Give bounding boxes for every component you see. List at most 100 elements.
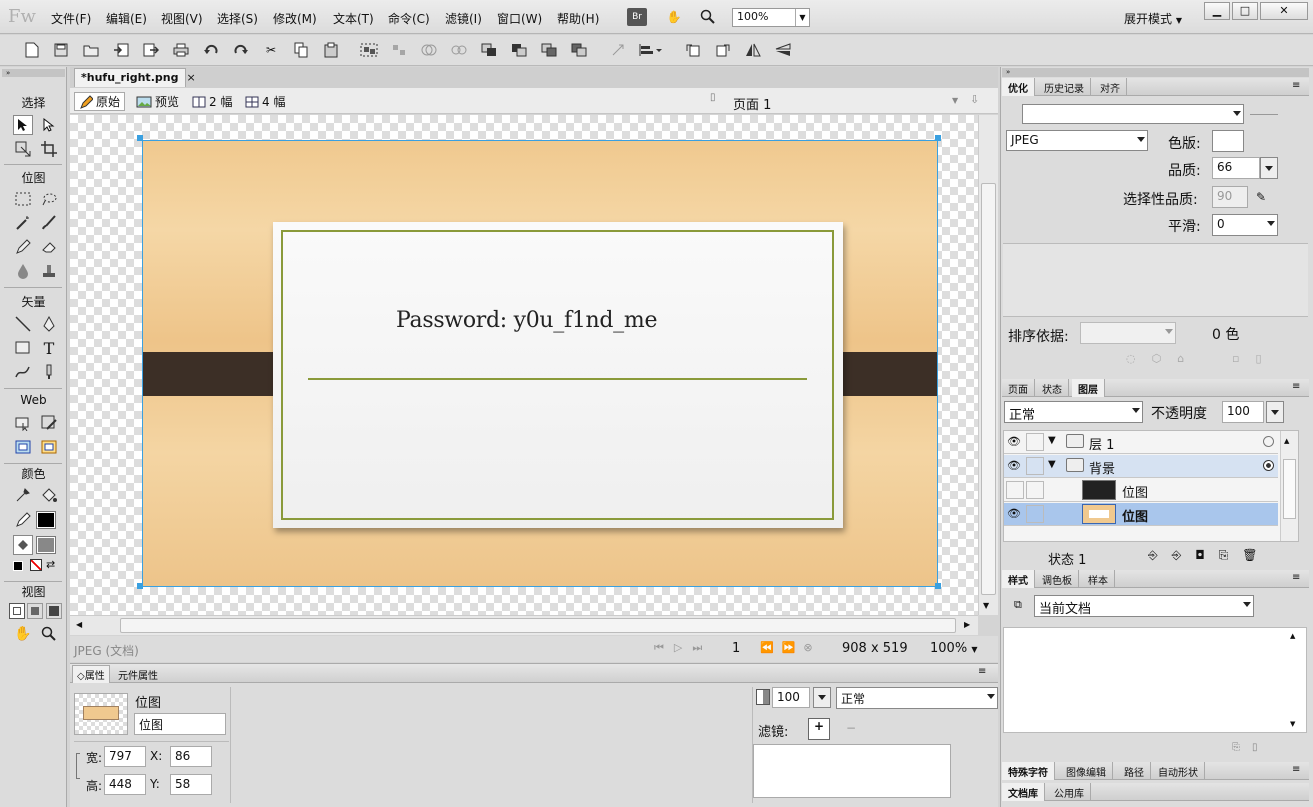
selective-quality-input[interactable]: 90 — [1212, 186, 1248, 208]
tab-layers[interactable]: 图层 — [1072, 379, 1105, 397]
document-tab[interactable]: *hufu_right.png × — [74, 68, 196, 87]
eye-icon[interactable]: 👁 — [1007, 459, 1021, 472]
paint-bucket-tool-icon[interactable] — [39, 485, 59, 505]
lock-toggle[interactable] — [1026, 481, 1044, 499]
lasso-tool-icon[interactable] — [39, 189, 59, 209]
layer-opacity-dropdown[interactable] — [1266, 401, 1284, 423]
view-original-button[interactable]: 原始 — [74, 92, 126, 111]
tab-document-library[interactable]: 文档库 — [1002, 783, 1045, 801]
opacity-dropdown[interactable] — [813, 687, 831, 708]
object-name-input[interactable]: 位图 — [134, 713, 226, 735]
styles-list[interactable] — [1003, 627, 1307, 733]
matte-swatch[interactable] — [1212, 130, 1244, 152]
layer-row[interactable]: 👁 ▼ 层 1 — [1004, 431, 1278, 454]
subselect-tool-icon[interactable] — [39, 115, 59, 135]
group-icon[interactable] — [359, 41, 379, 59]
tab-special-characters[interactable]: 特殊字符 — [1002, 762, 1055, 780]
crop-tool-icon[interactable] — [39, 139, 59, 159]
layer-actions[interactable]: ⎆⎆◘⎘🗑 — [1148, 548, 1272, 563]
align-dropdown-icon[interactable] — [636, 41, 664, 59]
scroll-left-icon[interactable]: ◀ — [76, 620, 82, 629]
zoom-tool-icon[interactable] — [39, 624, 59, 644]
layer-blend-select[interactable]: 正常 — [1004, 401, 1143, 423]
quality-dropdown[interactable] — [1260, 157, 1278, 179]
menu-window[interactable]: 窗口(W) — [497, 10, 542, 27]
fill-swatch[interactable] — [36, 536, 56, 554]
tab-styles[interactable]: 样式 — [1002, 570, 1035, 588]
layer-row[interactable]: 位图 — [1004, 479, 1278, 502]
quality-input[interactable]: 66 — [1212, 157, 1260, 179]
page-options-icon[interactable]: ⇩ — [970, 93, 979, 106]
tab-path[interactable]: 路径 — [1118, 762, 1151, 780]
scroll-up-icon[interactable]: ▲ — [1290, 632, 1295, 640]
panel-menu-icon[interactable]: ≡ — [1292, 572, 1300, 583]
color-table[interactable] — [1003, 243, 1308, 317]
chevron-down-icon[interactable]: ▼ — [952, 96, 958, 105]
layer-row-selected[interactable]: 👁 位图 — [1004, 503, 1278, 526]
paste-icon[interactable] — [321, 41, 341, 59]
menu-help[interactable]: 帮助(H) — [557, 10, 599, 27]
vertical-scrollbar[interactable]: ▼ — [978, 115, 998, 615]
hand-icon[interactable]: ✋ — [664, 8, 684, 26]
knife-tool-icon[interactable] — [39, 362, 59, 382]
split-icon[interactable] — [449, 41, 469, 59]
horizontal-scrollbar[interactable]: ◀ ▶ — [70, 615, 978, 635]
lock-toggle[interactable] — [1026, 505, 1044, 523]
collapse-arrow-icon[interactable]: ▼ — [1048, 435, 1056, 446]
pencil-tool-icon[interactable] — [13, 237, 33, 257]
show-slices-icon[interactable] — [39, 437, 59, 457]
rotate-right-icon[interactable] — [713, 41, 733, 59]
menu-file[interactable]: 文件(F) — [51, 10, 91, 27]
blur-tool-icon[interactable] — [13, 261, 33, 281]
tab-align[interactable]: 对齐 — [1094, 78, 1127, 96]
selection-handle[interactable] — [935, 583, 941, 589]
line-tool-icon[interactable] — [13, 314, 33, 334]
panel-menu-icon[interactable]: ≡ — [1292, 381, 1300, 392]
layer-opacity-input[interactable]: 100 — [1222, 401, 1264, 423]
height-input[interactable]: 448 — [104, 774, 146, 795]
filters-list[interactable] — [753, 744, 951, 798]
selection-handle[interactable] — [935, 135, 941, 141]
fill-color-icon[interactable] — [13, 535, 33, 555]
eye-icon[interactable]: 👁 — [1007, 507, 1021, 520]
hide-slices-icon[interactable] — [13, 437, 33, 457]
view-2up-button[interactable]: 2 幅 — [188, 92, 236, 111]
menu-filters[interactable]: 滤镜(I) — [445, 10, 482, 27]
hotspot-tool-icon[interactable] — [13, 413, 33, 433]
collapse-arrow-icon[interactable]: ▼ — [1048, 459, 1056, 470]
panel-menu-icon[interactable]: ≡ — [1292, 80, 1300, 91]
playback-controls[interactable]: ⏮▷⏭ — [654, 641, 712, 655]
tab-symbol-properties[interactable]: 元件属性 — [114, 666, 162, 683]
scroll-down-icon[interactable]: ▼ — [983, 601, 989, 610]
freeform-tool-icon[interactable] — [13, 362, 33, 382]
menu-edit[interactable]: 编辑(E) — [106, 10, 147, 27]
status-zoom[interactable]: 100% ▼ — [930, 641, 977, 656]
pointer-tool-icon[interactable] — [13, 115, 33, 135]
menu-modify[interactable]: 修改(M) — [273, 10, 317, 27]
maximize-button[interactable]: □ — [1232, 2, 1258, 20]
redo-icon[interactable] — [231, 41, 251, 59]
remove-filter-button[interactable]: − — [846, 721, 856, 735]
brush-tool-icon[interactable] — [39, 213, 59, 233]
preset-select[interactable] — [1022, 104, 1244, 124]
text-tool-icon[interactable]: T — [39, 338, 59, 358]
flip-horizontal-icon[interactable] — [743, 41, 763, 59]
cut-icon[interactable]: ✂ — [261, 41, 281, 59]
import-icon[interactable] — [111, 41, 131, 59]
color-table-actions[interactable]: ◌⬡⌂ — [1126, 352, 1200, 365]
scroll-down-icon[interactable]: ▼ — [1290, 720, 1295, 728]
tab-properties[interactable]: ◇属性 — [72, 665, 110, 684]
send-back-icon[interactable] — [569, 41, 589, 59]
y-input[interactable]: 58 — [170, 774, 212, 795]
workspace-switcher[interactable]: 展开模式 ▼ — [1124, 10, 1182, 27]
width-input[interactable]: 797 — [104, 746, 146, 767]
frame-controls[interactable]: ⏪⏩⊗ — [760, 641, 821, 654]
scroll-up-icon[interactable]: ▲ — [1284, 437, 1289, 445]
sort-select[interactable] — [1080, 322, 1176, 344]
tab-optimize[interactable]: 优化 — [1002, 78, 1035, 96]
lock-toggle[interactable] — [1026, 433, 1044, 451]
lock-toggle[interactable] — [1026, 457, 1044, 475]
color-table-actions-2[interactable]: ▫▯ — [1232, 352, 1278, 365]
menu-select[interactable]: 选择(S) — [217, 10, 258, 27]
tab-pages[interactable]: 页面 — [1002, 379, 1035, 397]
